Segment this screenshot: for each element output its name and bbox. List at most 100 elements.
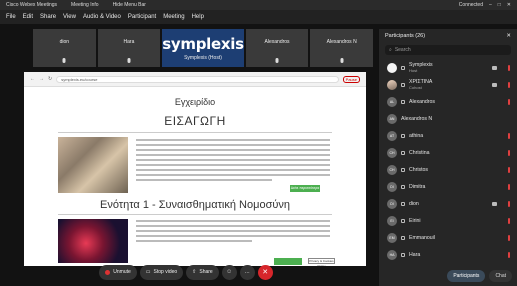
participant-row[interactable]: CH Christos — [379, 161, 517, 178]
video-tile[interactable]: Hara — [97, 29, 161, 67]
record-button[interactable]: Pause — [342, 75, 360, 83]
menu-bar: File Edit Share View Audio & Video Parti… — [0, 10, 517, 24]
video-strip: dion Hara symplexis Symplexis (Host) Ale… — [33, 29, 373, 67]
close-panel-icon[interactable]: ✕ — [506, 33, 511, 39]
browser-bar: ← → ↻ symplexis.eu/course Pause — [24, 72, 366, 87]
device-icon — [401, 167, 405, 172]
device-icon — [401, 252, 405, 257]
muted-mic-icon[interactable] — [508, 98, 510, 105]
minimize-icon[interactable]: – — [489, 2, 492, 8]
search-icon: ⌕ — [389, 47, 392, 53]
tile-name: Hara — [123, 39, 135, 45]
more-options-button[interactable]: ... — [239, 264, 255, 280]
connection-status: Connected — [458, 2, 483, 8]
url-bar[interactable]: symplexis.eu/course — [56, 75, 339, 83]
app-title: Cisco Webex Meetings — [6, 2, 58, 8]
mic-icon — [275, 58, 279, 63]
muted-mic-icon — [105, 269, 111, 275]
end-meeting-button[interactable]: ✕ — [257, 264, 273, 280]
maximize-icon[interactable]: □ — [498, 2, 501, 8]
mic-icon — [127, 58, 131, 63]
divider — [58, 132, 332, 133]
muted-mic-icon[interactable] — [508, 132, 510, 139]
symplexis-logo: symplexis — [162, 35, 244, 53]
close-icon[interactable]: ✕ — [507, 2, 511, 8]
participant-name: Dimitra — [409, 183, 426, 190]
participant-row[interactable]: EI Eirini — [379, 212, 517, 229]
avatar: CH — [387, 147, 397, 158]
stop-video-label: Stop video — [153, 269, 178, 275]
video-tile-host[interactable]: symplexis Symplexis (Host) — [162, 29, 244, 67]
participant-row[interactable]: HA Hara — [379, 246, 517, 263]
menu-meeting[interactable]: Meeting — [163, 14, 184, 20]
menu-share[interactable]: Share — [40, 14, 56, 20]
mic-icon — [62, 58, 66, 63]
participant-row[interactable]: AL Alexandros — [379, 93, 517, 110]
participant-row[interactable]: Symplexis Host — [379, 59, 517, 76]
tile-name: Alexandros — [264, 39, 290, 45]
participant-row[interactable]: AN Alexandros N — [379, 110, 517, 127]
mic-icon — [340, 58, 344, 63]
participant-name: Christos — [409, 166, 429, 173]
read-more-button[interactable]: Δείτε περισσότερα — [290, 185, 320, 192]
menu-view[interactable]: View — [63, 14, 76, 20]
participant-name: ΧΡΙΣΤΙΝΑ Cohost — [409, 79, 433, 90]
reload-icon[interactable]: ↻ — [48, 76, 52, 82]
muted-mic-icon[interactable] — [508, 251, 510, 258]
chat-button[interactable]: Chat — [489, 270, 512, 282]
video-tile[interactable]: Alexandros N — [310, 29, 373, 67]
share-button[interactable]: ⇧ Share — [186, 264, 219, 280]
menu-audio-video[interactable]: Audio & Video — [83, 14, 121, 20]
menu-edit[interactable]: Edit — [23, 14, 33, 20]
avatar: AT — [387, 130, 397, 141]
participant-row[interactable]: EM Emmanouil — [379, 229, 517, 246]
meeting-info-link[interactable]: Meeting Info — [71, 2, 99, 8]
video-tile[interactable]: Alexandros — [245, 29, 309, 67]
group-photo-image — [58, 137, 128, 193]
muted-mic-icon[interactable] — [508, 166, 510, 173]
page-heading-intro: ΕΙΣΑΓΩΓΗ — [164, 114, 226, 128]
participant-name: Christina — [409, 149, 430, 156]
panel-title: Participants (26) — [385, 33, 426, 39]
tile-name: Alexandros N — [326, 39, 357, 45]
heart-image — [58, 219, 128, 263]
menu-participant[interactable]: Participant — [128, 14, 156, 20]
participants-toggle-button[interactable]: Participants — [447, 270, 486, 282]
section-title: Ενότητα 1 - Συναισθηματική Νομοσύνη — [99, 199, 290, 211]
hide-menu-bar-button[interactable]: Hide Menu Bar — [113, 2, 146, 8]
menu-file[interactable]: File — [6, 14, 16, 20]
search-placeholder: Search — [394, 47, 411, 53]
camera-icon — [492, 65, 497, 70]
muted-mic-icon[interactable] — [508, 64, 510, 71]
muted-mic-icon[interactable] — [508, 81, 510, 88]
stop-video-button[interactable]: ▭ Stop video — [139, 264, 184, 280]
intro-paragraph — [136, 139, 330, 184]
back-icon[interactable]: ← — [30, 76, 35, 82]
muted-mic-icon[interactable] — [508, 217, 510, 224]
device-icon — [401, 133, 405, 138]
participant-row[interactable]: AT athina — [379, 127, 517, 144]
muted-mic-icon[interactable] — [508, 149, 510, 156]
avatar: AL — [387, 96, 397, 107]
participant-search-input[interactable]: ⌕ Search — [385, 45, 511, 55]
participant-row[interactable]: CH Christina — [379, 144, 517, 161]
muted-mic-icon[interactable] — [508, 200, 510, 207]
panel-header: Participants (26) ✕ — [379, 29, 517, 43]
muted-mic-icon[interactable] — [508, 234, 510, 241]
avatar: EI — [387, 215, 397, 226]
menu-help[interactable]: Help — [192, 14, 204, 20]
forward-icon[interactable]: → — [39, 76, 44, 82]
reactions-icon[interactable]: ☺ — [221, 264, 237, 280]
participant-name: dion — [409, 200, 419, 207]
participant-row[interactable]: ΧΡΙΣΤΙΝΑ Cohost — [379, 76, 517, 93]
muted-mic-icon[interactable] — [508, 183, 510, 190]
participant-row[interactable]: DI dion — [379, 195, 517, 212]
shared-screen: ← → ↻ symplexis.eu/course Pause Εγχειρίδ… — [24, 72, 366, 266]
panel-footer: Participants Chat — [379, 270, 517, 282]
participant-name: Hara — [409, 251, 421, 258]
participant-row[interactable]: DI Dimitra — [379, 178, 517, 195]
video-tile[interactable]: dion — [33, 29, 96, 67]
camera-icon — [492, 201, 497, 206]
avatar: EM — [387, 232, 397, 243]
unmute-button[interactable]: Unmute — [99, 264, 137, 280]
